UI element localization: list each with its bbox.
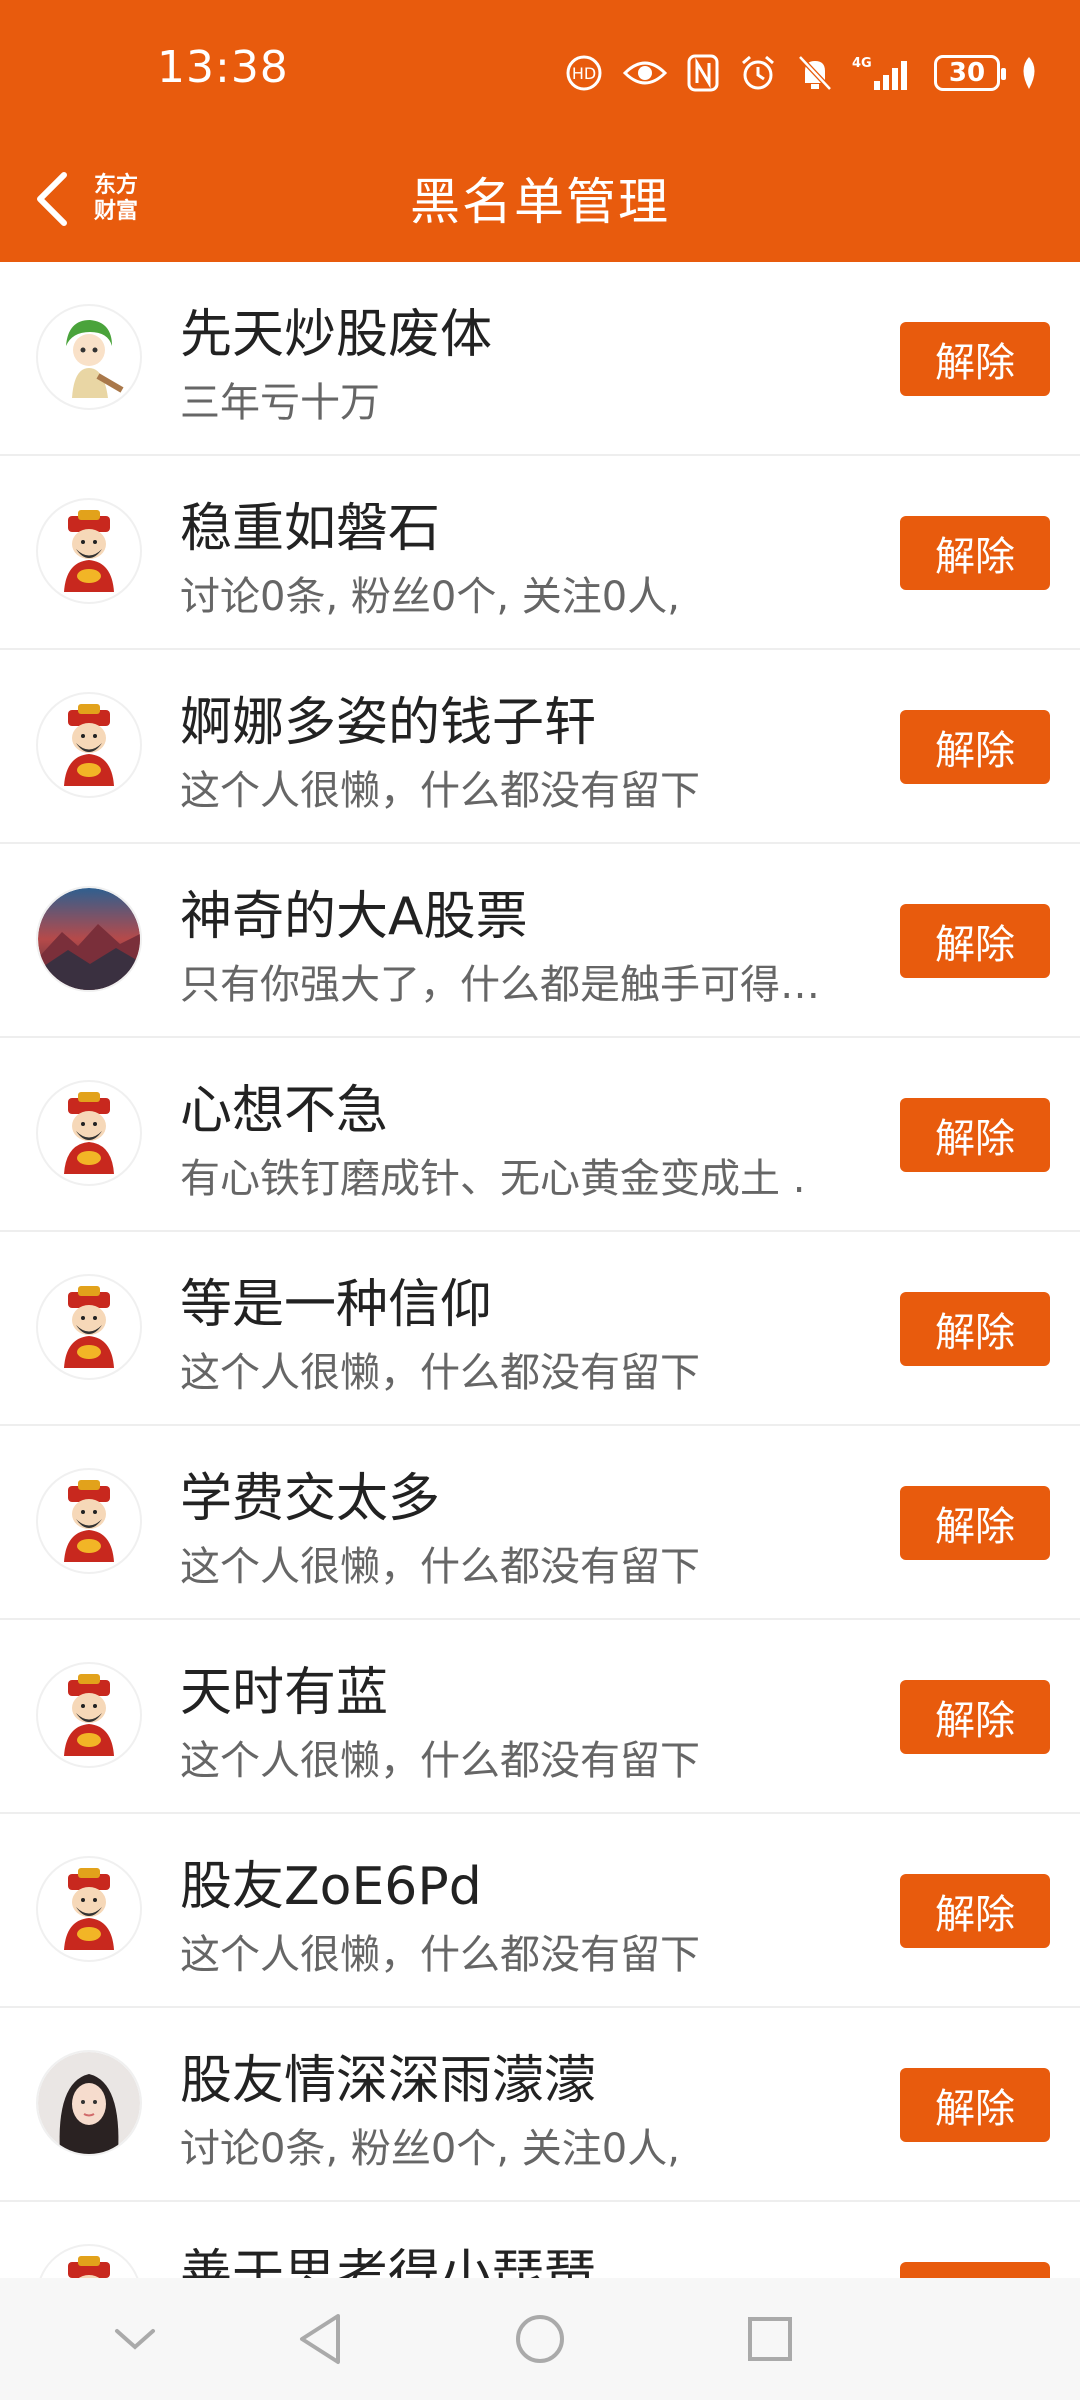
remove-button[interactable]: 解除 bbox=[900, 1874, 1050, 1948]
user-name: 婀娜多姿的钱子轩 bbox=[180, 693, 597, 753]
list-item[interactable]: 股友ZoE6Pd 这个人很懒，什么都没有留下 解除 bbox=[0, 1814, 1080, 2008]
top-bar: 13:38 HD 4G 30 东方 财富 黑名单管理 bbox=[0, 0, 1080, 262]
user-description: 这个人很懒，什么都没有留下 bbox=[180, 1738, 700, 1784]
svg-text:HD: HD bbox=[572, 64, 596, 83]
circle-home-icon bbox=[516, 2315, 564, 2363]
user-name: 学费交太多 bbox=[180, 1469, 441, 1529]
svg-text:4G: 4G bbox=[852, 56, 872, 71]
silent-icon bbox=[796, 51, 834, 95]
user-description: 三年亏十万 bbox=[180, 380, 380, 426]
default-avatar[interactable] bbox=[36, 1080, 142, 1186]
status-time: 13:38 bbox=[157, 42, 289, 93]
page-title: 黑名单管理 bbox=[410, 173, 670, 231]
signal-4g-icon: 4G bbox=[852, 51, 916, 95]
eye-icon bbox=[622, 51, 668, 95]
nfc-icon bbox=[686, 51, 720, 95]
user-description: 讨论0条, 粉丝0个, 关注0人, bbox=[180, 574, 680, 620]
remove-button[interactable]: 解除 bbox=[900, 904, 1050, 978]
remove-button[interactable]: 解除 bbox=[900, 322, 1050, 396]
landscape-avatar[interactable] bbox=[36, 886, 142, 992]
user-description: 有心铁钉磨成针、无心黄金变成土 . bbox=[180, 1156, 806, 1202]
user-name: 心想不急 bbox=[180, 1081, 389, 1141]
list-item[interactable]: 稳重如磐石讨论0条, 粉丝0个, 关注0人, 解除 bbox=[0, 456, 1080, 650]
default-avatar[interactable] bbox=[36, 1468, 142, 1574]
chevron-down-icon bbox=[115, 2329, 155, 2350]
default-avatar[interactable] bbox=[36, 692, 142, 798]
user-name: 神奇的大A股票 bbox=[180, 887, 528, 947]
user-description: 只有你强大了，什么都是触手可得… bbox=[180, 962, 820, 1008]
triangle-back-icon bbox=[300, 2314, 340, 2364]
user-description: 这个人很懒，什么都没有留下 bbox=[180, 1544, 700, 1590]
leaf-icon bbox=[1018, 51, 1040, 95]
default-avatar[interactable] bbox=[36, 1662, 142, 1768]
square-recents-icon bbox=[748, 2317, 792, 2361]
user-name: 天时有蓝 bbox=[180, 1663, 389, 1723]
list-item[interactable]: 天时有蓝这个人很懒，什么都没有留下 解除 bbox=[0, 1620, 1080, 1814]
remove-button[interactable]: 解除 bbox=[900, 1680, 1050, 1754]
default-avatar[interactable] bbox=[36, 1274, 142, 1380]
list-item[interactable]: 心想不急有心铁钉磨成针、无心黄金变成土 . 解除 bbox=[0, 1038, 1080, 1232]
list-item[interactable]: 学费交太多这个人很懒，什么都没有留下 解除 bbox=[0, 1426, 1080, 1620]
nav-home-button[interactable] bbox=[500, 2278, 580, 2400]
status-bar: 13:38 HD 4G 30 bbox=[0, 0, 1080, 140]
default-avatar[interactable] bbox=[36, 1856, 142, 1962]
anime-avatar[interactable] bbox=[36, 304, 142, 410]
photo-avatar[interactable] bbox=[36, 2050, 142, 2156]
user-name: 股友ZoE6Pd bbox=[180, 1857, 482, 1917]
remove-button[interactable]: 解除 bbox=[900, 1292, 1050, 1366]
default-avatar[interactable] bbox=[36, 498, 142, 604]
blacklist: 先天炒股废体 三年亏十万 解除 稳重如磐石 讨论0条, 粉丝0个, 关注0人, 解除 婀娜多… bbox=[0, 262, 1080, 2396]
nav-back-button[interactable] bbox=[280, 2278, 360, 2400]
system-nav-bar bbox=[0, 2278, 1080, 2400]
user-description: 这个人很懒，什么都没有留下 bbox=[180, 1932, 700, 1978]
nav-hide-button[interactable] bbox=[100, 2278, 170, 2400]
user-name: 先天炒股废体 bbox=[180, 305, 493, 365]
remove-button[interactable]: 解除 bbox=[900, 516, 1050, 590]
list-item[interactable]: 神奇的大A股票只有你强大了，什么都是触手可得… 解除 bbox=[0, 844, 1080, 1038]
hd-icon: HD bbox=[564, 51, 604, 95]
user-name: 稳重如磐石 bbox=[180, 499, 441, 559]
list-item[interactable]: 先天炒股废体三年亏十万 解除 bbox=[0, 262, 1080, 456]
remove-button[interactable]: 解除 bbox=[900, 710, 1050, 784]
list-item[interactable]: 婀娜多姿的钱子轩这个人很懒，什么都没有留下 解除 bbox=[0, 650, 1080, 844]
remove-button[interactable]: 解除 bbox=[900, 2068, 1050, 2142]
user-description: 讨论0条, 粉丝0个, 关注0人, bbox=[180, 2126, 680, 2172]
remove-button[interactable]: 解除 bbox=[900, 1098, 1050, 1172]
list-item[interactable]: 等是一种信仰这个人很懒，什么都没有留下 解除 bbox=[0, 1232, 1080, 1426]
user-description: 这个人很懒，什么都没有留下 bbox=[180, 1350, 700, 1396]
header: 东方 财富 黑名单管理 bbox=[0, 140, 1080, 262]
battery-icon: 30 bbox=[934, 51, 1006, 95]
user-name: 等是一种信仰 bbox=[180, 1275, 493, 1335]
list-item[interactable]: 股友情深深雨濛濛讨论0条, 粉丝0个, 关注0人, 解除 bbox=[0, 2008, 1080, 2202]
remove-button[interactable]: 解除 bbox=[900, 1486, 1050, 1560]
user-description: 这个人很懒，什么都没有留下 bbox=[180, 768, 700, 814]
alarm-icon bbox=[738, 51, 778, 95]
nav-recents-button[interactable] bbox=[730, 2278, 810, 2400]
status-icons: HD 4G 30 bbox=[564, 48, 1040, 98]
user-name: 股友情深深雨濛濛 bbox=[180, 2051, 597, 2111]
